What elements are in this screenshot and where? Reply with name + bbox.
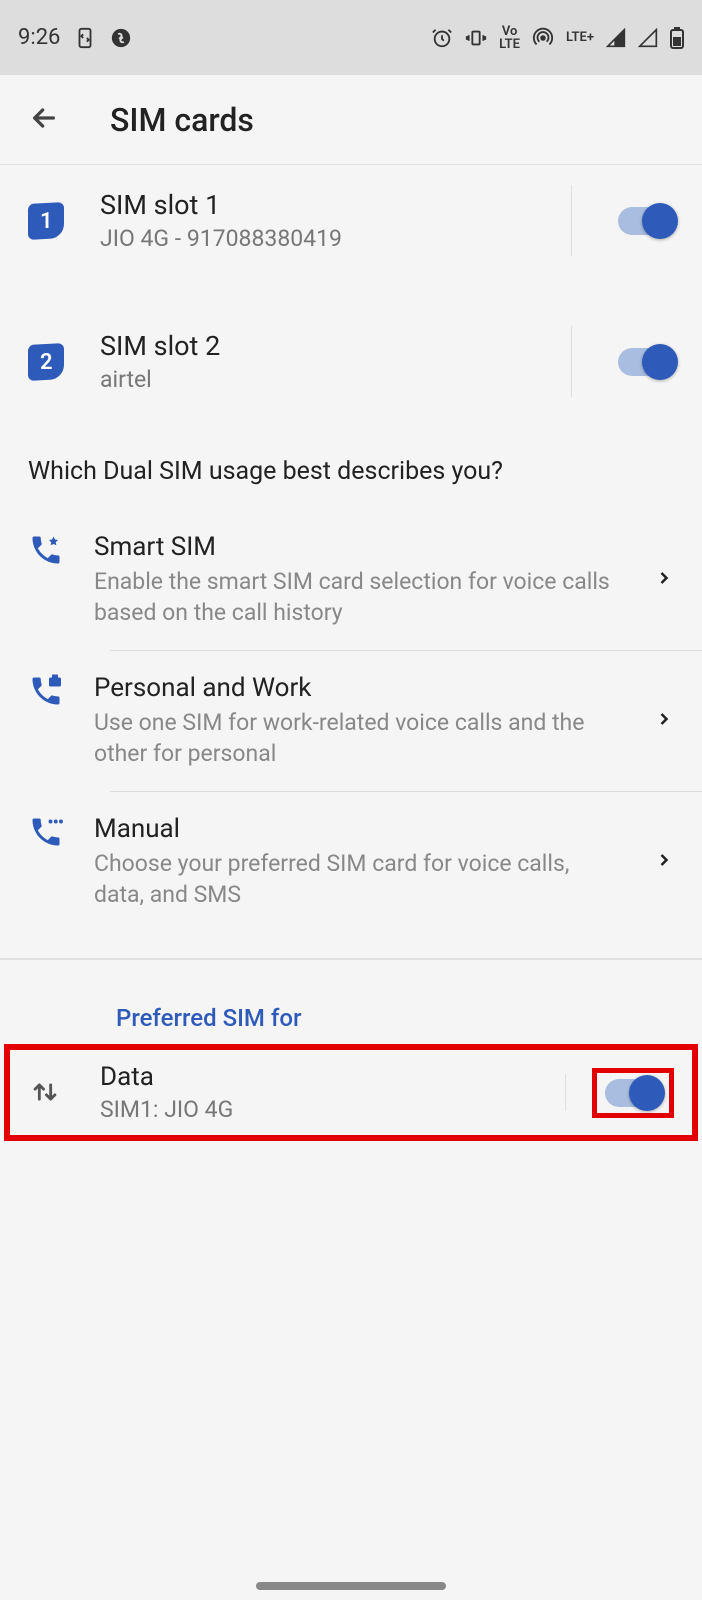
sim-1-title: SIM slot 1 — [100, 189, 582, 221]
sim-slot-2-row[interactable]: 2 SIM slot 2 airtel — [0, 306, 702, 417]
personal-work-subtitle: Use one SIM for work-related voice calls… — [94, 707, 624, 769]
dual-sim-question: Which Dual SIM usage best describes you? — [0, 417, 702, 510]
status-time: 9:26 — [18, 25, 60, 50]
battery-icon — [670, 27, 684, 49]
chevron-right-icon — [654, 709, 674, 733]
lte-indicator: LTE+ — [566, 31, 594, 44]
manual-row[interactable]: Manual Choose your preferred SIM card fo… — [0, 792, 702, 932]
nav-handle[interactable] — [256, 1582, 446, 1590]
sim-2-title: SIM slot 2 — [100, 330, 582, 362]
chevron-right-icon — [654, 850, 674, 874]
sim-2-toggle[interactable] — [618, 348, 674, 376]
app-bar: SIM cards — [0, 75, 702, 165]
manual-subtitle: Choose your preferred SIM card for voice… — [94, 848, 624, 910]
personal-work-row[interactable]: Personal and Work Use one SIM for work-r… — [0, 651, 702, 791]
phone-star-icon — [28, 532, 64, 568]
signal-2-icon — [638, 28, 658, 48]
data-toggle[interactable] — [605, 1079, 661, 1107]
smart-sim-subtitle: Enable the smart SIM card selection for … — [94, 566, 624, 628]
sim-slot-1-row[interactable]: 1 SIM slot 1 JIO 4G - 917088380419 — [0, 165, 702, 276]
sim-2-badge-icon: 2 — [28, 343, 64, 381]
preferred-data-row[interactable]: Data SIM1: JIO 4G — [16, 1054, 686, 1131]
data-toggle-highlight — [592, 1068, 674, 1118]
status-bar: 9:26 Vo LTE LTE+ — [0, 0, 702, 75]
data-arrows-icon — [28, 1075, 64, 1111]
sim-2-subtitle: airtel — [100, 366, 582, 393]
smart-sim-title: Smart SIM — [94, 532, 624, 562]
shazam-icon — [110, 27, 132, 49]
phone-briefcase-icon — [28, 673, 64, 709]
volte-indicator: Vo LTE — [499, 25, 520, 51]
smart-sim-row[interactable]: Smart SIM Enable the smart SIM card sele… — [0, 510, 702, 650]
preferred-sim-header: Preferred SIM for — [0, 960, 702, 1044]
chevron-right-icon — [654, 568, 674, 592]
data-subtitle: SIM1: JIO 4G — [100, 1096, 556, 1123]
manual-title: Manual — [94, 814, 624, 844]
data-title: Data — [100, 1062, 556, 1092]
page-title: SIM cards — [110, 101, 254, 139]
data-row-highlight: Data SIM1: JIO 4G — [4, 1044, 698, 1141]
hotspot-icon — [532, 27, 554, 49]
phone-dots-icon — [28, 814, 64, 850]
sim-1-toggle[interactable] — [618, 207, 674, 235]
phone-sync-icon — [74, 27, 96, 49]
sim-1-subtitle: JIO 4G - 917088380419 — [100, 225, 582, 252]
personal-work-title: Personal and Work — [94, 673, 624, 703]
sim-1-badge-icon: 1 — [28, 202, 64, 240]
signal-1-icon — [606, 28, 626, 48]
alarm-icon — [431, 27, 453, 49]
back-button[interactable] — [28, 102, 60, 138]
vibrate-icon — [465, 27, 487, 49]
